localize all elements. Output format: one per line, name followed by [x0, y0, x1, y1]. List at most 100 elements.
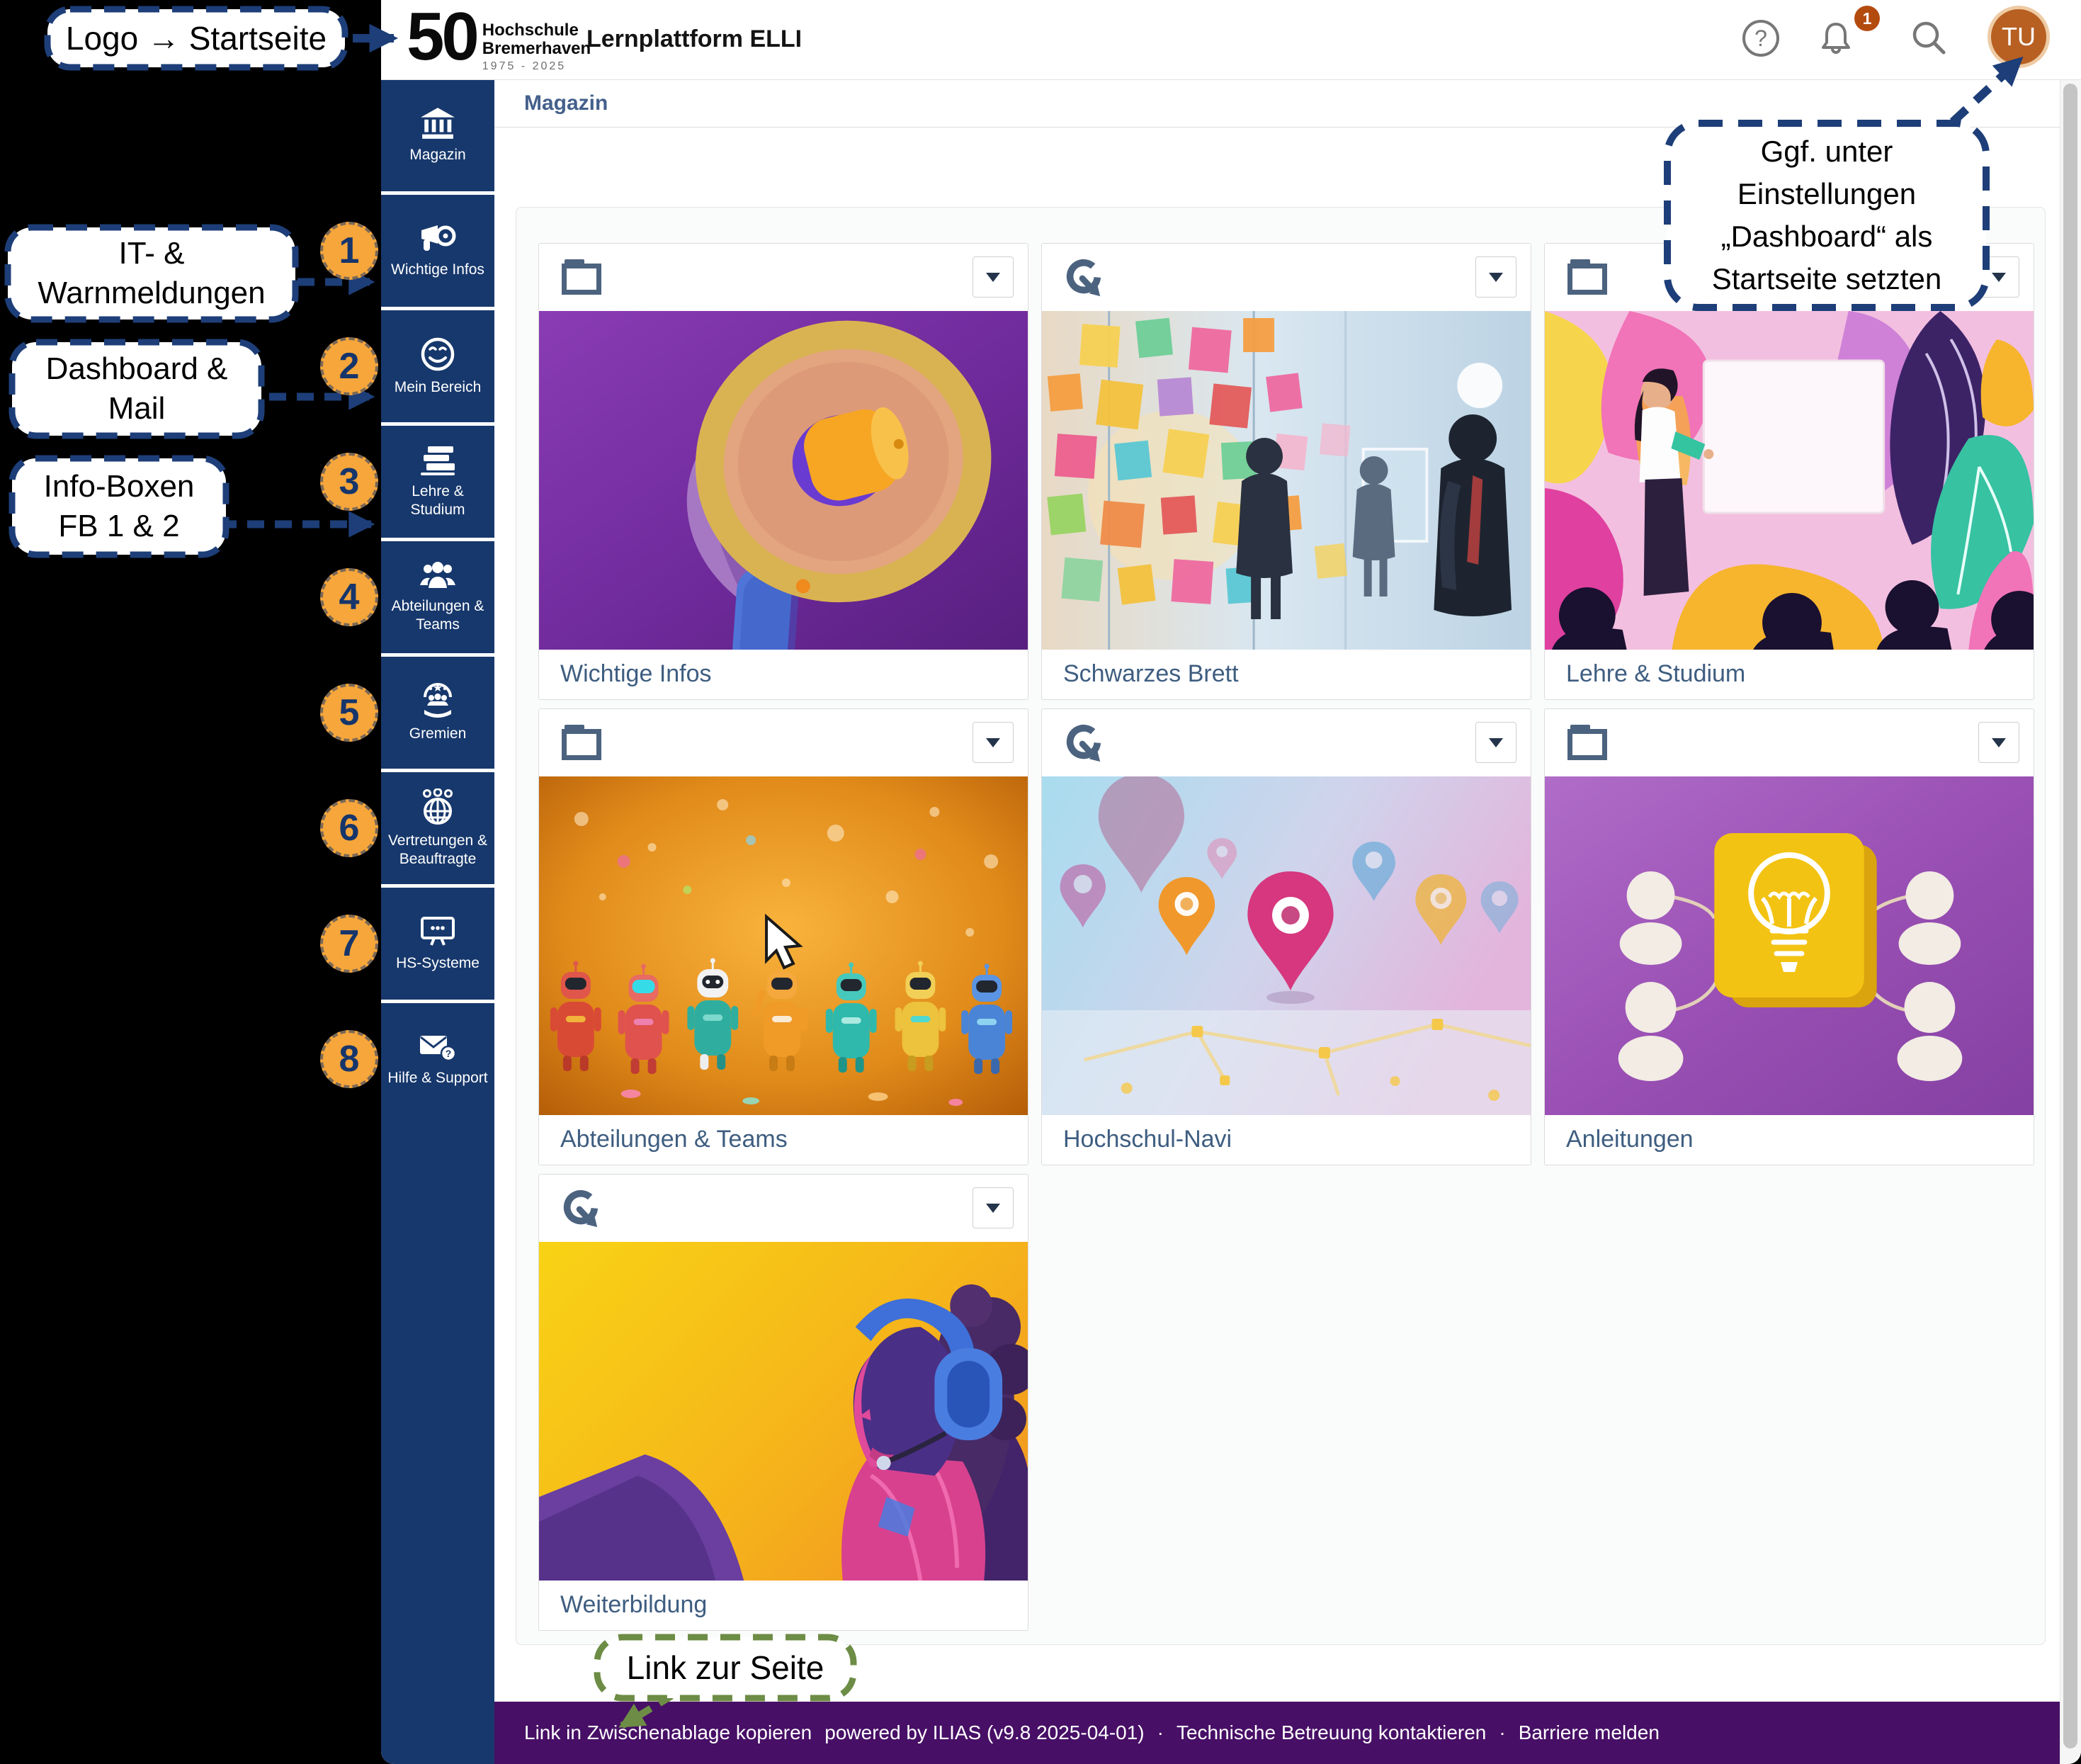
- step-badge-1: 1: [320, 222, 378, 280]
- card-image-sticky-notes[interactable]: [1042, 311, 1531, 650]
- folder-icon: [560, 723, 604, 762]
- committee-icon: [419, 683, 457, 718]
- step-badge-7: 7: [320, 915, 378, 973]
- sidebar-item-label: Abteilungen & Teams: [384, 597, 492, 634]
- footer-report-barrier[interactable]: Barriere melden: [1519, 1721, 1660, 1744]
- monitor-icon: [419, 915, 457, 948]
- svg-text:?: ?: [1754, 26, 1767, 51]
- card-weiterbildung: Weiterbildung: [538, 1174, 1028, 1631]
- note-dashboard-startseite: Ggf. unter Einstellungen „Dashboard“ als…: [1663, 119, 1990, 312]
- logo-years: 1975 - 2025: [482, 60, 591, 73]
- step-badge-2: 2: [320, 337, 378, 395]
- globe-people-icon: [419, 788, 457, 825]
- mail-help-icon: ?: [419, 1031, 457, 1063]
- people-icon: [419, 561, 457, 591]
- chevron-down-icon: [1489, 738, 1503, 747]
- bank-icon: [420, 107, 455, 140]
- card-hochschul-navi: Hochschul-Navi: [1041, 708, 1531, 1165]
- logo-50: 50: [407, 3, 477, 71]
- note-infoboxen-fb: Info-Boxen FB 1 & 2: [8, 455, 229, 558]
- folder-icon: [560, 258, 604, 296]
- logo-name-line2: Bremerhaven: [482, 40, 591, 58]
- sidebar-item-mein-bereich[interactable]: Mein Bereich: [381, 307, 494, 422]
- folder-icon: [1566, 723, 1610, 762]
- step-badge-5: 5: [320, 684, 378, 742]
- university-logo[interactable]: 50 Hochschule Bremerhaven 1975 - 2025: [407, 3, 591, 73]
- sidebar-item-label: Magazin: [384, 146, 492, 164]
- chevron-down-icon: [1489, 273, 1503, 282]
- help-icon[interactable]: ?: [1741, 18, 1781, 58]
- card-image-headphones-person[interactable]: [539, 1242, 1028, 1581]
- chevron-down-icon: [986, 738, 1000, 747]
- breadcrumb[interactable]: Magazin: [524, 91, 608, 115]
- step-badge-4: 4: [320, 568, 378, 626]
- top-bar: 50 Hochschule Bremerhaven 1975 - 2025 Le…: [381, 0, 2081, 80]
- search-icon[interactable]: [1910, 18, 1949, 58]
- chevron-down-icon: [986, 273, 1000, 282]
- vertical-scrollbar-track[interactable]: [2060, 79, 2081, 1764]
- card-image-lightbulb[interactable]: [1545, 776, 2034, 1115]
- sidebar-item-label: Mein Bereich: [384, 378, 492, 397]
- sidebar-item-label: Wichtige Infos: [384, 261, 492, 279]
- card-anleitungen: Anleitungen: [1544, 708, 2034, 1165]
- svg-text:?: ?: [446, 1048, 452, 1059]
- chevron-down-icon: [1992, 738, 2006, 747]
- step-badge-3: 3: [320, 453, 378, 511]
- link-icon: [1063, 723, 1104, 764]
- card-image-map-pins[interactable]: [1042, 776, 1531, 1115]
- sidebar-item-gremien[interactable]: Gremien: [381, 653, 494, 769]
- folder-icon: [1566, 258, 1610, 296]
- card-actions-dropdown[interactable]: [1475, 256, 1516, 298]
- card-schwarzes-brett: Schwarzes Brett: [1041, 243, 1531, 700]
- sidebar-item-label: HS-Systeme: [384, 954, 492, 973]
- card-title-link[interactable]: Schwarzes Brett: [1063, 660, 1239, 688]
- vertical-scrollbar-thumb[interactable]: [2063, 84, 2077, 1748]
- card-title-link[interactable]: Weiterbildung: [560, 1591, 707, 1619]
- sidebar-item-label: Hilfe & Support: [384, 1069, 492, 1087]
- sidebar-item-wichtige-infos[interactable]: Wichtige Infos: [381, 191, 494, 307]
- footer-bar: Link in Zwischenablage kopieren powered …: [494, 1702, 2060, 1764]
- sidebar-item-lehre-studium[interactable]: Lehre & Studium: [381, 422, 494, 538]
- card-wichtige-infos: Wichtige Infos: [538, 243, 1028, 700]
- card-image-robots[interactable]: [539, 776, 1028, 1115]
- footer-separator: ·: [1157, 1721, 1164, 1744]
- sidebar-item-hilfe-support[interactable]: ? Hilfe & Support: [381, 1000, 494, 1115]
- notifications-bell-icon[interactable]: [1816, 18, 1856, 58]
- logo-name-line1: Hochschule: [482, 21, 591, 40]
- note-logo-startseite: Logo → Startseite: [44, 6, 348, 71]
- note-link-zur-seite: Link zur Seite: [594, 1634, 857, 1702]
- card-title-link[interactable]: Lehre & Studium: [1566, 660, 1745, 688]
- user-avatar[interactable]: TU: [1988, 6, 2050, 68]
- sidebar-item-vertretungen-beauftragte[interactable]: Vertretungen & Beauftragte: [381, 769, 494, 884]
- card-title-link[interactable]: Hochschul-Navi: [1063, 1126, 1232, 1153]
- sidebar-item-label: Lehre & Studium: [384, 482, 492, 519]
- card-image-megaphone[interactable]: [539, 311, 1028, 650]
- megaphone-icon: [419, 223, 457, 254]
- card-image-presentation[interactable]: [1545, 311, 2034, 650]
- chevron-down-icon: [1992, 273, 2006, 282]
- note-dashboard-mail: Dashboard & Mail: [8, 339, 265, 439]
- footer-powered-by[interactable]: powered by ILIAS (v9.8 2025-04-01): [824, 1721, 1144, 1744]
- footer-copy-permalink[interactable]: Link in Zwischenablage kopieren: [524, 1721, 812, 1744]
- sidebar-item-magazin[interactable]: Magazin: [381, 79, 494, 191]
- chevron-down-icon: [986, 1204, 1000, 1213]
- card-abteilungen-teams: Abteilungen & Teams: [538, 708, 1028, 1165]
- link-icon: [1063, 258, 1104, 299]
- card-actions-dropdown[interactable]: [1475, 722, 1516, 763]
- footer-support-contact[interactable]: Technische Betreuung kontaktieren: [1176, 1721, 1486, 1744]
- card-title-link[interactable]: Anleitungen: [1566, 1126, 1694, 1153]
- step-badge-6: 6: [320, 799, 378, 857]
- sidebar-item-hs-systeme[interactable]: HS-Systeme: [381, 884, 494, 1000]
- card-actions-dropdown[interactable]: [1978, 722, 2019, 763]
- sidebar-item-abteilungen-teams[interactable]: Abteilungen & Teams: [381, 538, 494, 653]
- card-actions-dropdown[interactable]: [973, 722, 1014, 763]
- card-actions-dropdown[interactable]: [973, 1187, 1014, 1228]
- footer-separator: ·: [1499, 1721, 1505, 1744]
- card-actions-dropdown[interactable]: [973, 256, 1014, 298]
- page-title: Lernplattform ELLI: [586, 26, 802, 53]
- card-title-link[interactable]: Wichtige Infos: [560, 660, 712, 688]
- card-title-link[interactable]: Abteilungen & Teams: [560, 1126, 788, 1153]
- sidebar-item-label: Vertretungen & Beauftragte: [384, 832, 492, 869]
- sidebar-item-label: Gremien: [384, 725, 492, 743]
- link-icon: [560, 1189, 601, 1230]
